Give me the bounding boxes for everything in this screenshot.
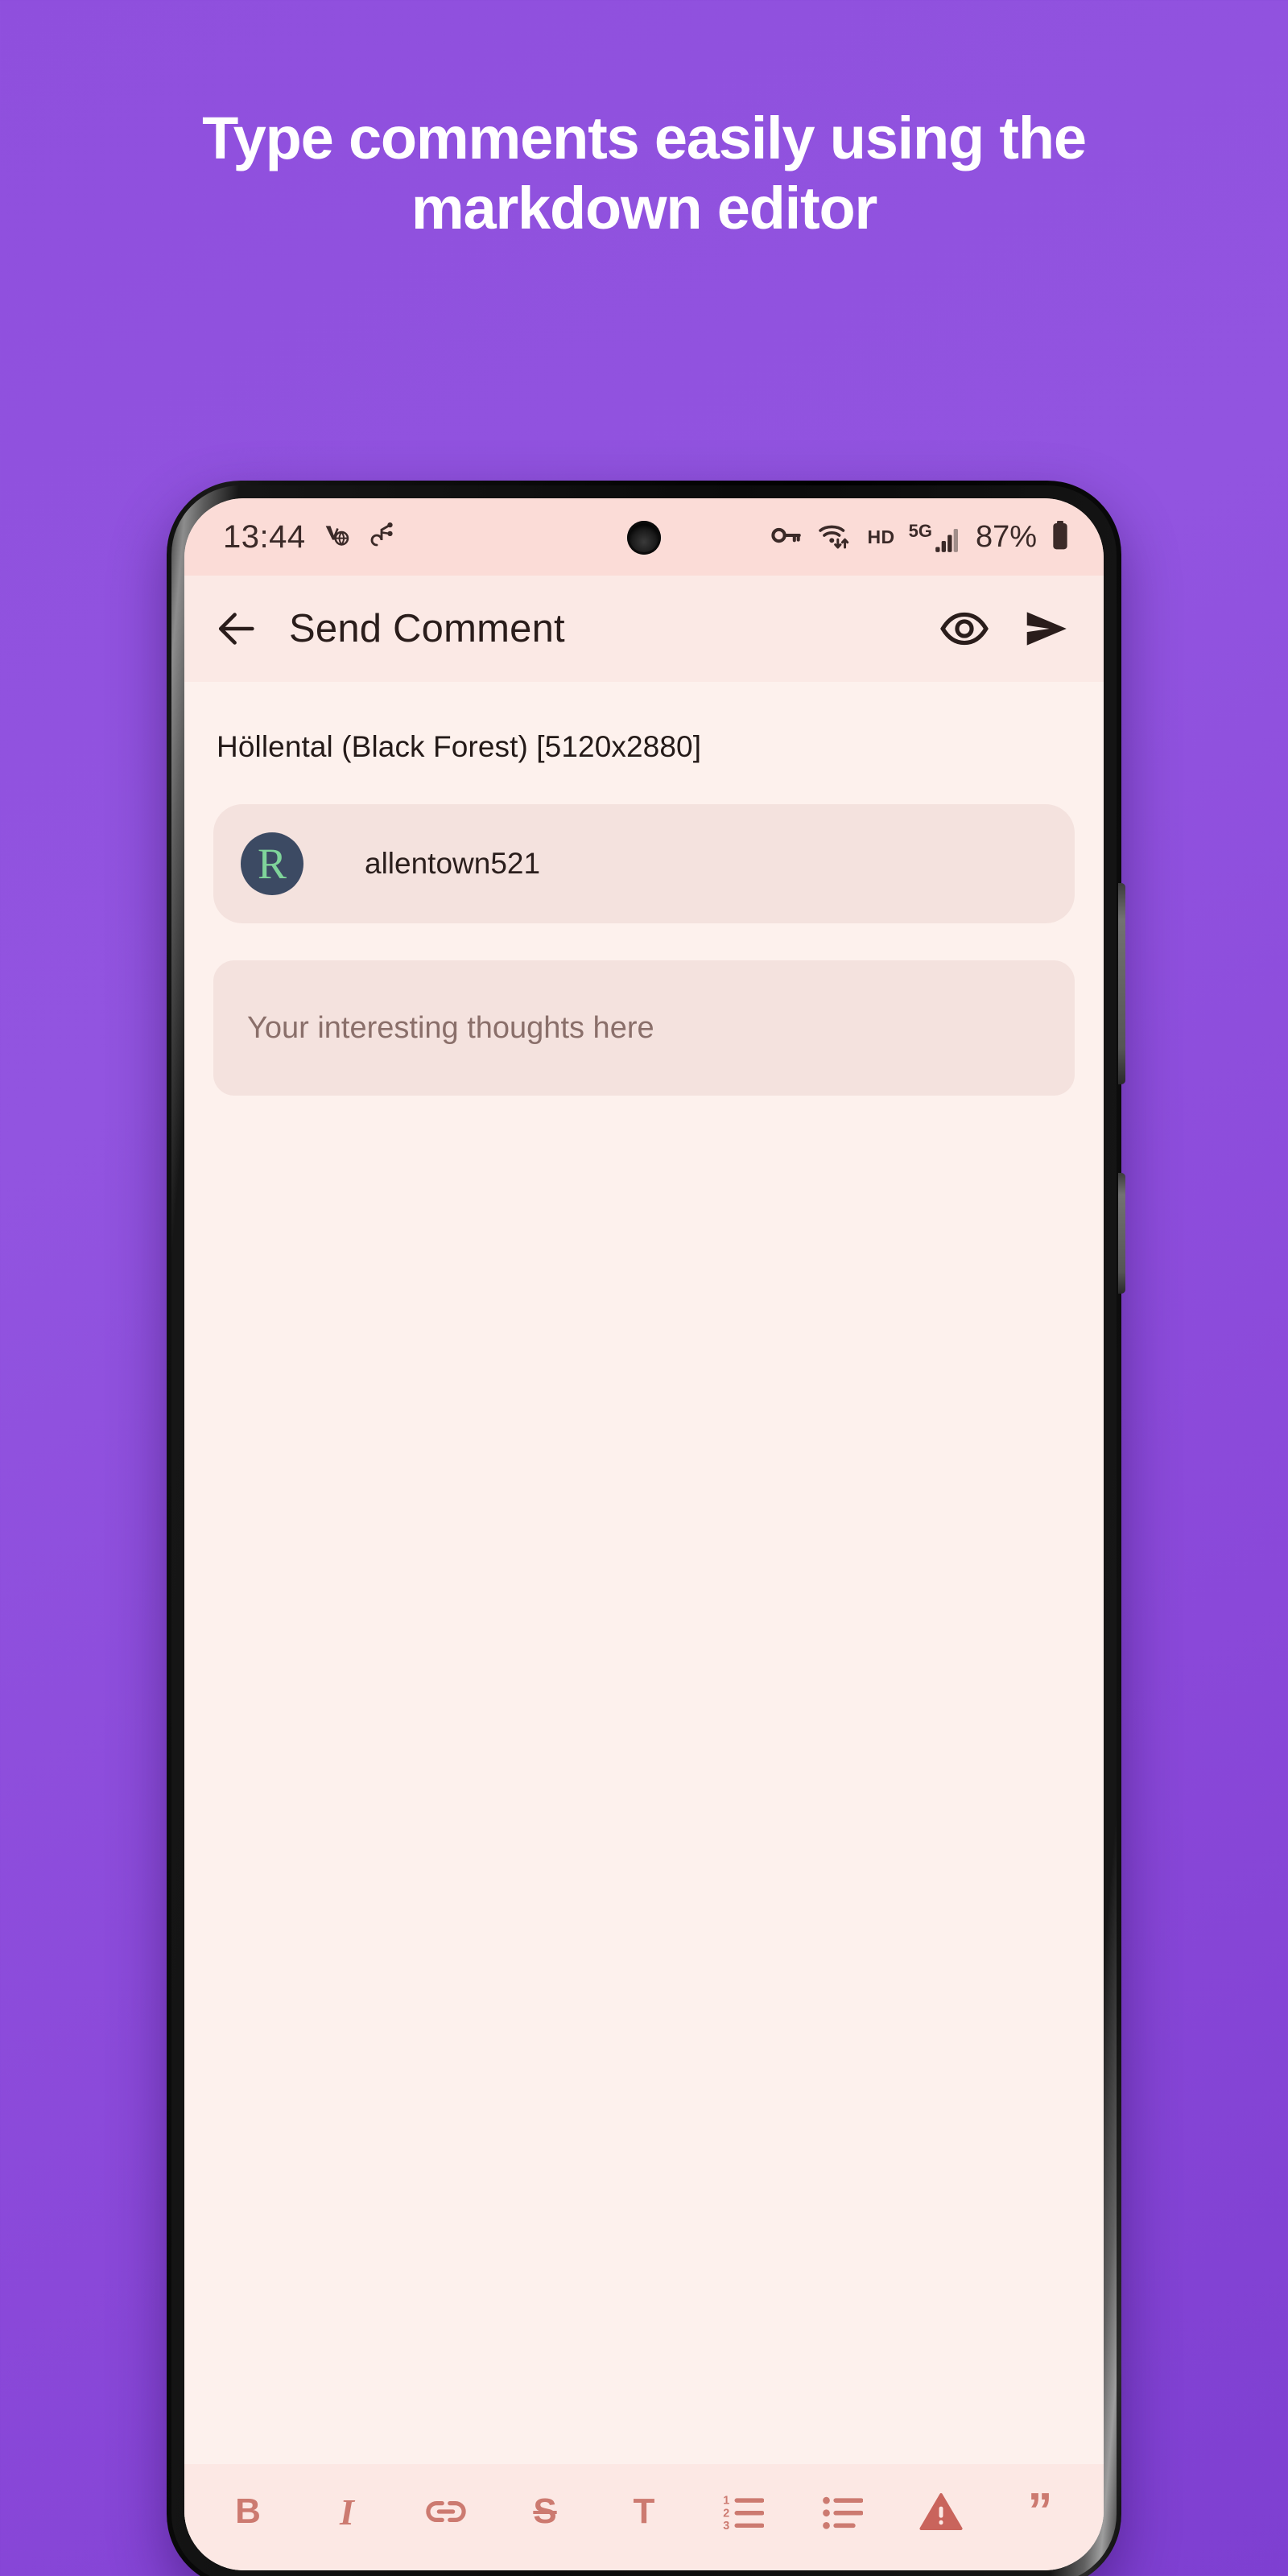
wifi-icon xyxy=(817,518,854,556)
link-icon[interactable] xyxy=(416,2482,476,2541)
comment-input[interactable]: Your interesting thoughts here xyxy=(213,960,1075,1096)
app-bar: Send Comment xyxy=(184,576,1104,682)
avatar-letter: R xyxy=(257,840,287,888)
italic-icon[interactable]: I xyxy=(317,2482,377,2541)
back-arrow-icon[interactable] xyxy=(213,605,260,652)
power-button[interactable] xyxy=(1118,1173,1125,1294)
network-share-icon xyxy=(367,519,396,555)
volume-button[interactable] xyxy=(1118,883,1125,1084)
phone-mockup: 13:44 HD 5G 87% Send Comment Höllental (… xyxy=(167,481,1125,2576)
bullet-list-icon[interactable] xyxy=(812,2482,872,2541)
numbered-list-icon[interactable]: 1 2 3 xyxy=(713,2482,773,2541)
svg-text:3: 3 xyxy=(723,2520,729,2533)
post-title: Höllental (Black Forest) [5120x2880] xyxy=(217,730,702,763)
battery-percent-label: 87% xyxy=(975,519,1037,554)
warning-triangle-icon[interactable] xyxy=(911,2482,971,2541)
comment-placeholder: Your interesting thoughts here xyxy=(247,1010,654,1045)
svg-text:1: 1 xyxy=(723,2494,729,2507)
front-camera-punch-hole xyxy=(627,521,661,555)
status-clock: 13:44 xyxy=(223,518,306,555)
status-bar: 13:44 HD 5G 87% xyxy=(184,498,1104,576)
bold-icon[interactable]: B xyxy=(218,2482,278,2541)
signal-icon: 5G xyxy=(909,521,962,553)
vpn-globe-icon xyxy=(320,519,353,555)
markdown-toolbar: B I S T 1 2 3 ” xyxy=(184,2464,1104,2570)
phone-screen: 13:44 HD 5G 87% Send Comment Höllental (… xyxy=(184,498,1104,2570)
strikethrough-icon[interactable]: S xyxy=(515,2482,575,2541)
author-username: allentown521 xyxy=(365,847,541,880)
hd-label: HD xyxy=(867,526,895,547)
battery-icon xyxy=(1051,519,1070,555)
quote-icon[interactable]: ” xyxy=(1010,2482,1070,2541)
network-type-label: 5G xyxy=(908,521,932,541)
comment-compose-body: Höllental (Black Forest) [5120x2880] R a… xyxy=(184,682,1104,2570)
heading-text-icon[interactable]: T xyxy=(614,2482,674,2541)
page-title: Send Comment xyxy=(289,607,565,650)
promo-headline: Type comments easily using the markdown … xyxy=(202,105,1087,242)
author-field[interactable]: R allentown521 xyxy=(213,804,1075,923)
send-paper-plane-icon[interactable] xyxy=(1022,604,1071,654)
svg-text:2: 2 xyxy=(723,2507,729,2520)
status-bar-left: 13:44 xyxy=(223,519,396,555)
key-icon xyxy=(770,518,803,556)
avatar: R xyxy=(241,832,303,895)
preview-eye-icon[interactable] xyxy=(939,604,989,654)
status-bar-right: HD 5G 87% xyxy=(770,518,1070,556)
